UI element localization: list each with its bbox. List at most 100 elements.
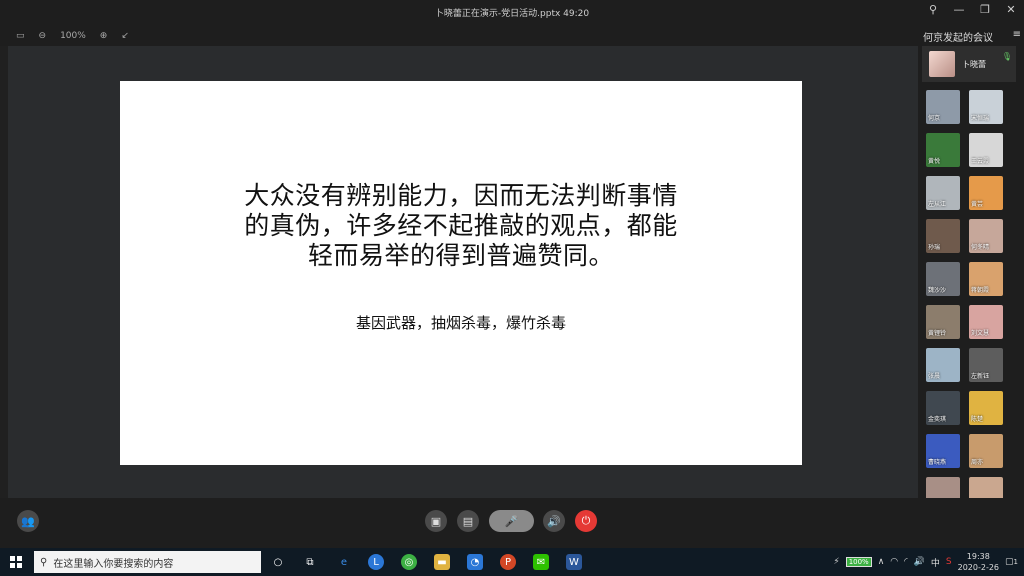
- participant-tile[interactable]: 蒋朝霞: [969, 262, 1003, 296]
- participant-tile[interactable]: 何京: [926, 90, 960, 124]
- presentation-stage: 大众没有辨别能力，因而无法判断事情 的真伪，许多经不起推敲的观点，都能 轻而易举…: [8, 46, 918, 498]
- participant-name: 金奕琪: [928, 416, 947, 423]
- participant-tile[interactable]: 黄锂铃: [926, 305, 960, 339]
- participant-tile[interactable]: 何冬晴: [969, 219, 1003, 253]
- 360-icon[interactable]: ◎: [401, 554, 417, 570]
- participant-tile[interactable]: 黄悦: [926, 133, 960, 167]
- host-tile[interactable]: 卜晓蕾 🎙: [922, 46, 1016, 82]
- share-screen-icon[interactable]: ▣: [425, 510, 447, 532]
- view-toolbar: ▭ ⊖ 100% ⊕ ↙: [0, 26, 918, 46]
- edge-icon[interactable]: e: [336, 554, 352, 570]
- chevron-up-icon[interactable]: ∧: [878, 557, 885, 567]
- system-tray: ⚡ 100% ∧ ◠ ◜ 🔊 中 S 19:38 2020-2-26 ▢1: [833, 548, 1018, 576]
- slide-line-3: 轻而易举的得到普遍赞同。: [307, 241, 614, 270]
- participant-name: 周亦: [971, 459, 984, 466]
- participant-tile[interactable]: 左从江: [926, 176, 960, 210]
- zoom-out-icon[interactable]: ⊖: [39, 31, 47, 41]
- pin-icon[interactable]: ⚲: [926, 3, 940, 16]
- participant-tile[interactable]: 左新钰: [969, 348, 1003, 382]
- wechat-icon[interactable]: ✉: [533, 554, 549, 570]
- participant-tile[interactable]: 曹晓燕: [926, 434, 960, 468]
- title-bar: 卜晓蕾正在演示-党日活动.pptx 49:20 ⚲ — ❐ ✕: [0, 0, 1024, 26]
- participant-name: 蒋朝霞: [971, 287, 990, 294]
- layout-icon[interactable]: ▭: [16, 31, 25, 41]
- participant-tile[interactable]: 金奕琪: [926, 391, 960, 425]
- slide-line-2: 的真伪，许多经不起推敲的观点，都能: [244, 211, 678, 240]
- host-name: 卜晓蕾: [962, 60, 986, 69]
- restore-icon[interactable]: ❐: [978, 3, 992, 16]
- slide-line-1: 大众没有辨别能力，因而无法判断事情: [244, 181, 678, 210]
- battery-indicator[interactable]: 100%: [845, 557, 872, 567]
- participant-name: 左从江: [928, 201, 947, 208]
- mic-active-icon: 🎙: [1001, 52, 1012, 61]
- meeting-title: 何京发起的会议: [923, 33, 993, 44]
- notification-count: 1: [1013, 558, 1018, 566]
- zoom-in-icon[interactable]: ⊕: [100, 31, 108, 41]
- participant-tile[interactable]: 宋恒瑞: [969, 90, 1003, 124]
- participant-name: 曹晓燕: [928, 459, 947, 466]
- speaker-icon[interactable]: 🔊: [543, 510, 565, 532]
- participant-name: 王云霞: [971, 158, 990, 165]
- participant-tile[interactable]: 张晨: [926, 348, 960, 382]
- participant-name: 刘文慧: [971, 330, 990, 337]
- windows-start-icon[interactable]: [10, 556, 22, 568]
- minimize-icon[interactable]: —: [952, 3, 966, 16]
- share-file-icon[interactable]: ▤: [457, 510, 479, 532]
- volume-icon[interactable]: 🔊: [914, 557, 925, 567]
- ime-indicator[interactable]: 中: [931, 556, 940, 569]
- participant-name: 黄芸: [971, 201, 984, 208]
- task-view-icon[interactable]: ⧉: [302, 554, 318, 570]
- participant-name: 孙瑞: [928, 244, 941, 251]
- participant-name: 宋恒瑞: [971, 115, 990, 122]
- leave-meeting-icon[interactable]: ⏻: [575, 510, 597, 532]
- zoom-level: 100%: [60, 31, 86, 41]
- clock-time: 19:38: [966, 552, 990, 561]
- participant-tile[interactable]: 魏沙沙: [926, 262, 960, 296]
- slide: 大众没有辨别能力，因而无法判断事情 的真伪，许多经不起推敲的观点，都能 轻而易举…: [120, 81, 802, 465]
- close-icon[interactable]: ✕: [1004, 3, 1018, 16]
- participant-name: 魏沙沙: [928, 287, 947, 294]
- participant-name: 何京: [928, 115, 941, 122]
- slide-sub-text: 基因武器，抽烟杀毒，爆竹杀毒: [355, 314, 566, 332]
- word-icon[interactable]: W: [566, 554, 582, 570]
- participants-icon[interactable]: 👥: [17, 510, 39, 532]
- participant-name: 陈楚: [971, 416, 984, 423]
- antivirus-icon[interactable]: S: [946, 557, 952, 567]
- participant-name: 黄悦: [928, 158, 941, 165]
- slide-main-text: 大众没有辨别能力，因而无法判断事情 的真伪，许多经不起推敲的观点，都能 轻而易举…: [210, 181, 712, 271]
- list-menu-icon[interactable]: ≡: [1013, 29, 1021, 44]
- taskbar-search[interactable]: ⚲ 在这里输入你要搜索的内容: [34, 551, 261, 573]
- search-icon: ⚲: [40, 556, 48, 568]
- participant-name: 左新钰: [971, 373, 990, 380]
- participant-tile[interactable]: 周亦: [969, 434, 1003, 468]
- lenovo-icon[interactable]: L: [368, 554, 384, 570]
- power-plug-icon: ⚡: [833, 557, 840, 567]
- powerpoint-icon[interactable]: P: [500, 554, 516, 570]
- search-placeholder: 在这里输入你要搜索的内容: [53, 558, 174, 570]
- mute-mic-button[interactable]: 🎤: [489, 510, 534, 532]
- avatar: [929, 51, 955, 77]
- meeting-controls: 👥 ▣ ▤ 🎤 🔊 ⏻: [0, 498, 1024, 548]
- wifi-icon[interactable]: ◜: [904, 557, 908, 567]
- fit-arrow-icon[interactable]: ↙: [121, 31, 129, 41]
- participant-tile[interactable]: 黄芸: [969, 176, 1003, 210]
- clock-date: 2020-2-26: [957, 563, 1000, 572]
- participant-tile[interactable]: 刘文慧: [969, 305, 1003, 339]
- participant-tile[interactable]: 陈楚: [969, 391, 1003, 425]
- participant-tile[interactable]: 王云霞: [969, 133, 1003, 167]
- window-controls: ⚲ — ❐ ✕: [926, 3, 1018, 16]
- participants-panel: 何京发起的会议 ≡ 卜晓蕾 🎙 何京 宋恒瑞黄悦 王云霞左从江 黄芸孙瑞 何冬晴魏沙沙 蒋…: [918, 26, 1024, 511]
- participant-name: 何冬晴: [971, 244, 990, 251]
- mic-off-icon: 🎤: [504, 514, 519, 528]
- clock[interactable]: 19:38 2020-2-26: [958, 551, 999, 573]
- participant-name: 黄锂铃: [928, 330, 947, 337]
- notification-icon[interactable]: ▢1: [1005, 557, 1018, 567]
- meeting-app-icon[interactable]: ◔: [467, 554, 483, 570]
- file-explorer-icon[interactable]: ▬: [434, 554, 450, 570]
- taskbar: ⚲ 在这里输入你要搜索的内容 ○ ⧉ e L ◎ ▬ ◔ P ✉ W ⚡ 100…: [0, 548, 1024, 576]
- window-title: 卜晓蕾正在演示-党日活动.pptx 49:20: [434, 9, 590, 19]
- participant-tile[interactable]: 孙瑞: [926, 219, 960, 253]
- participant-name: 张晨: [928, 373, 941, 380]
- network-icon[interactable]: ◠: [890, 557, 898, 567]
- cortana-icon[interactable]: ○: [270, 554, 286, 570]
